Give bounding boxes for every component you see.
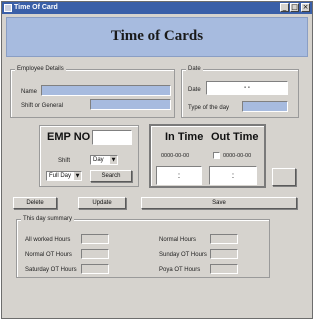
window-title: Time Of Card	[14, 4, 58, 11]
date-panel: Date Date - - Type of the day	[181, 65, 299, 118]
day-summary-panel: This day summary All worked Hours Normal…	[16, 215, 270, 278]
type-of-day-label: Type of the day	[188, 105, 230, 111]
chevron-down-icon: ▼	[73, 172, 81, 180]
in-date-value: 0000-00-00	[161, 153, 190, 159]
out-time-label: Out Time	[211, 131, 259, 143]
in-time-field[interactable]: :	[156, 166, 202, 185]
date-field[interactable]: - -	[206, 81, 288, 95]
shift-select[interactable]: Day ▼	[90, 155, 118, 165]
extra-button[interactable]	[272, 168, 296, 186]
emp-no-field[interactable]	[92, 130, 132, 145]
employee-search-panel: EMP NO Shift Day ▼ Full Day ▼ Search	[39, 125, 139, 187]
search-button[interactable]: Search	[90, 170, 132, 182]
sunday-ot-hours-field[interactable]	[210, 249, 238, 259]
header-banner: Time of Cards	[6, 17, 308, 57]
time-card-window: Time Of Card _ □ × Time of Cards Employe…	[1, 1, 313, 319]
poya-ot-hours-label: Poya OT Hours	[159, 267, 201, 273]
delete-button[interactable]: Delete	[13, 197, 57, 209]
name-label: Name	[21, 89, 38, 95]
type-of-day-field[interactable]	[242, 101, 288, 112]
out-date-checkbox[interactable]	[213, 152, 220, 159]
day-summary-legend: This day summary	[21, 215, 75, 223]
update-button[interactable]: Update	[78, 197, 126, 209]
maximize-button[interactable]: □	[290, 3, 299, 12]
title-bar[interactable]: Time Of Card _ □ ×	[2, 2, 312, 14]
out-date-value: 0000-00-00	[223, 153, 252, 159]
normal-hours-field[interactable]	[210, 234, 238, 244]
shift-label: Shift	[58, 158, 71, 164]
chevron-down-icon: ▼	[109, 156, 117, 164]
employee-details-legend: Employee Details	[15, 65, 66, 73]
saturday-ot-hours-field[interactable]	[81, 264, 109, 274]
normal-ot-hours-label: Normal OT Hours	[25, 252, 72, 258]
page-title: Time of Cards	[110, 28, 204, 44]
minimize-button[interactable]: _	[280, 3, 289, 12]
all-worked-hours-field[interactable]	[81, 234, 109, 244]
normal-hours-label: Normal Hours	[159, 237, 197, 243]
period-select[interactable]: Full Day ▼	[46, 171, 82, 181]
date-label: Date	[188, 87, 201, 93]
app-icon	[4, 4, 12, 12]
shift-or-general-field[interactable]	[90, 99, 171, 110]
time-panel: In Time Out Time 0000-00-00 0000-00-00 :…	[149, 124, 266, 188]
all-worked-hours-label: All worked Hours	[25, 237, 71, 243]
shift-or-general-label: Shift or General	[21, 103, 64, 109]
saturday-ot-hours-label: Saturday OT Hours	[25, 267, 77, 273]
employee-details-panel: Employee Details Name Shift or General	[10, 65, 175, 118]
close-button[interactable]: ×	[301, 3, 310, 12]
in-time-label: In Time	[165, 131, 204, 143]
sunday-ot-hours-label: Sunday OT Hours	[159, 252, 207, 258]
out-time-field[interactable]: :	[209, 166, 257, 185]
poya-ot-hours-field[interactable]	[210, 264, 238, 274]
normal-ot-hours-field[interactable]	[81, 249, 109, 259]
name-field[interactable]	[41, 85, 171, 96]
date-legend: Date	[186, 65, 203, 73]
save-button[interactable]: Save	[141, 197, 297, 209]
emp-no-label: EMP NO	[47, 131, 91, 143]
